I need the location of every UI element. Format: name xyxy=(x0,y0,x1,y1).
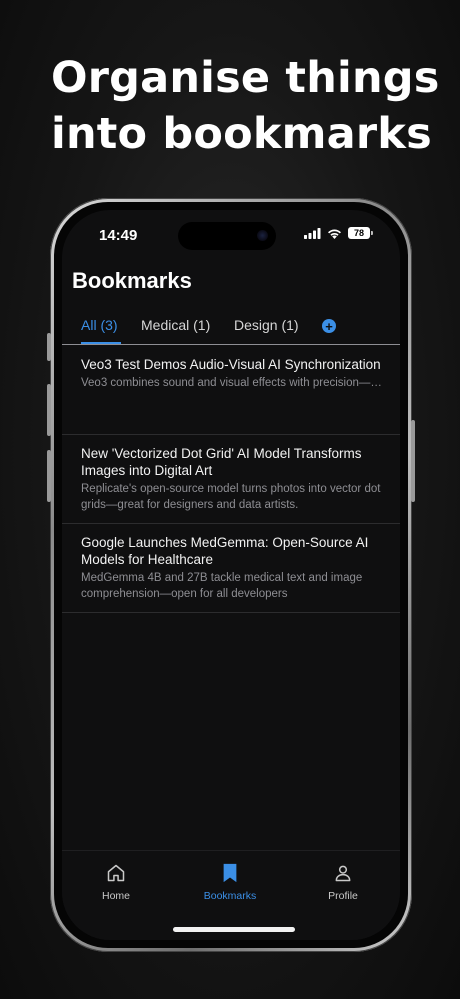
status-icons: 78 xyxy=(304,227,373,239)
bookmark-item[interactable]: Google Launches MedGemma: Open-Source AI… xyxy=(62,524,400,613)
headline-line-2: into bookmarks xyxy=(51,109,432,159)
nav-bookmarks[interactable]: Bookmarks xyxy=(200,863,260,902)
power-button xyxy=(411,420,415,502)
bottom-tab-bar: Home Bookmarks Profile xyxy=(62,850,400,940)
bookmark-icon xyxy=(223,863,237,883)
bookmark-description: MedGemma 4B and 27B tackle medical text … xyxy=(81,572,363,600)
cellular-signal-icon xyxy=(304,227,321,239)
bookmark-tabs: All (3) Medical (1) Design (1) + xyxy=(62,308,400,345)
bookmark-description-text: Veo3 combines sound and visual effects w… xyxy=(81,377,386,389)
bookmark-item[interactable]: New 'Vectorized Dot Grid' AI Model Trans… xyxy=(62,435,400,524)
tab-all[interactable]: All (3) xyxy=(81,317,118,333)
add-tab-plus-icon[interactable]: + xyxy=(322,319,336,333)
battery-icon: 78 xyxy=(348,227,373,239)
bookmark-title: New 'Vectorized Dot Grid' AI Model Trans… xyxy=(81,446,362,478)
front-camera-icon xyxy=(257,230,268,241)
house-icon xyxy=(107,864,125,882)
bookmark-description: Veo3 combines sound and visual effects w… xyxy=(81,376,386,392)
nav-profile[interactable]: Profile xyxy=(313,863,373,902)
tab-design[interactable]: Design (1) xyxy=(234,317,299,333)
wifi-icon xyxy=(328,229,341,239)
phone-frame: 14:49 78 Bookmarks All (3) Medical (1) D… xyxy=(47,198,415,952)
bookmark-list: Veo3 Test Demos Audio-Visual AI Synchron… xyxy=(62,346,400,613)
bookmark-title: Veo3 Test Demos Audio-Visual AI Synchron… xyxy=(81,357,381,372)
dynamic-island xyxy=(178,222,276,250)
home-indicator[interactable] xyxy=(173,927,295,932)
app-screen: 14:49 78 Bookmarks All (3) Medical (1) D… xyxy=(62,210,400,940)
bookmark-item[interactable]: Veo3 Test Demos Audio-Visual AI Synchron… xyxy=(62,346,400,435)
nav-profile-label: Profile xyxy=(328,890,358,902)
nav-home-label: Home xyxy=(101,890,130,902)
active-tab-indicator xyxy=(81,342,121,344)
headline-line-1: Organise things xyxy=(51,53,440,103)
tab-medical[interactable]: Medical (1) xyxy=(141,317,210,333)
status-bar: 14:49 78 xyxy=(62,210,400,254)
page-title: Bookmarks xyxy=(72,268,192,293)
phone-bezel: 14:49 78 Bookmarks All (3) Medical (1) D… xyxy=(54,202,408,948)
volume-down-button xyxy=(47,450,51,502)
bookmark-description: Replicate's open-source model turns phot… xyxy=(81,483,381,511)
nav-home[interactable]: Home xyxy=(86,863,146,902)
status-time: 14:49 xyxy=(99,227,138,244)
person-icon xyxy=(335,865,351,882)
promo-headline: Organise things into bookmarks xyxy=(51,50,440,162)
bookmark-title: Google Launches MedGemma: Open-Source AI… xyxy=(81,535,369,567)
nav-bookmarks-label: Bookmarks xyxy=(203,890,257,902)
action-button xyxy=(47,333,51,361)
volume-up-button xyxy=(47,384,51,436)
